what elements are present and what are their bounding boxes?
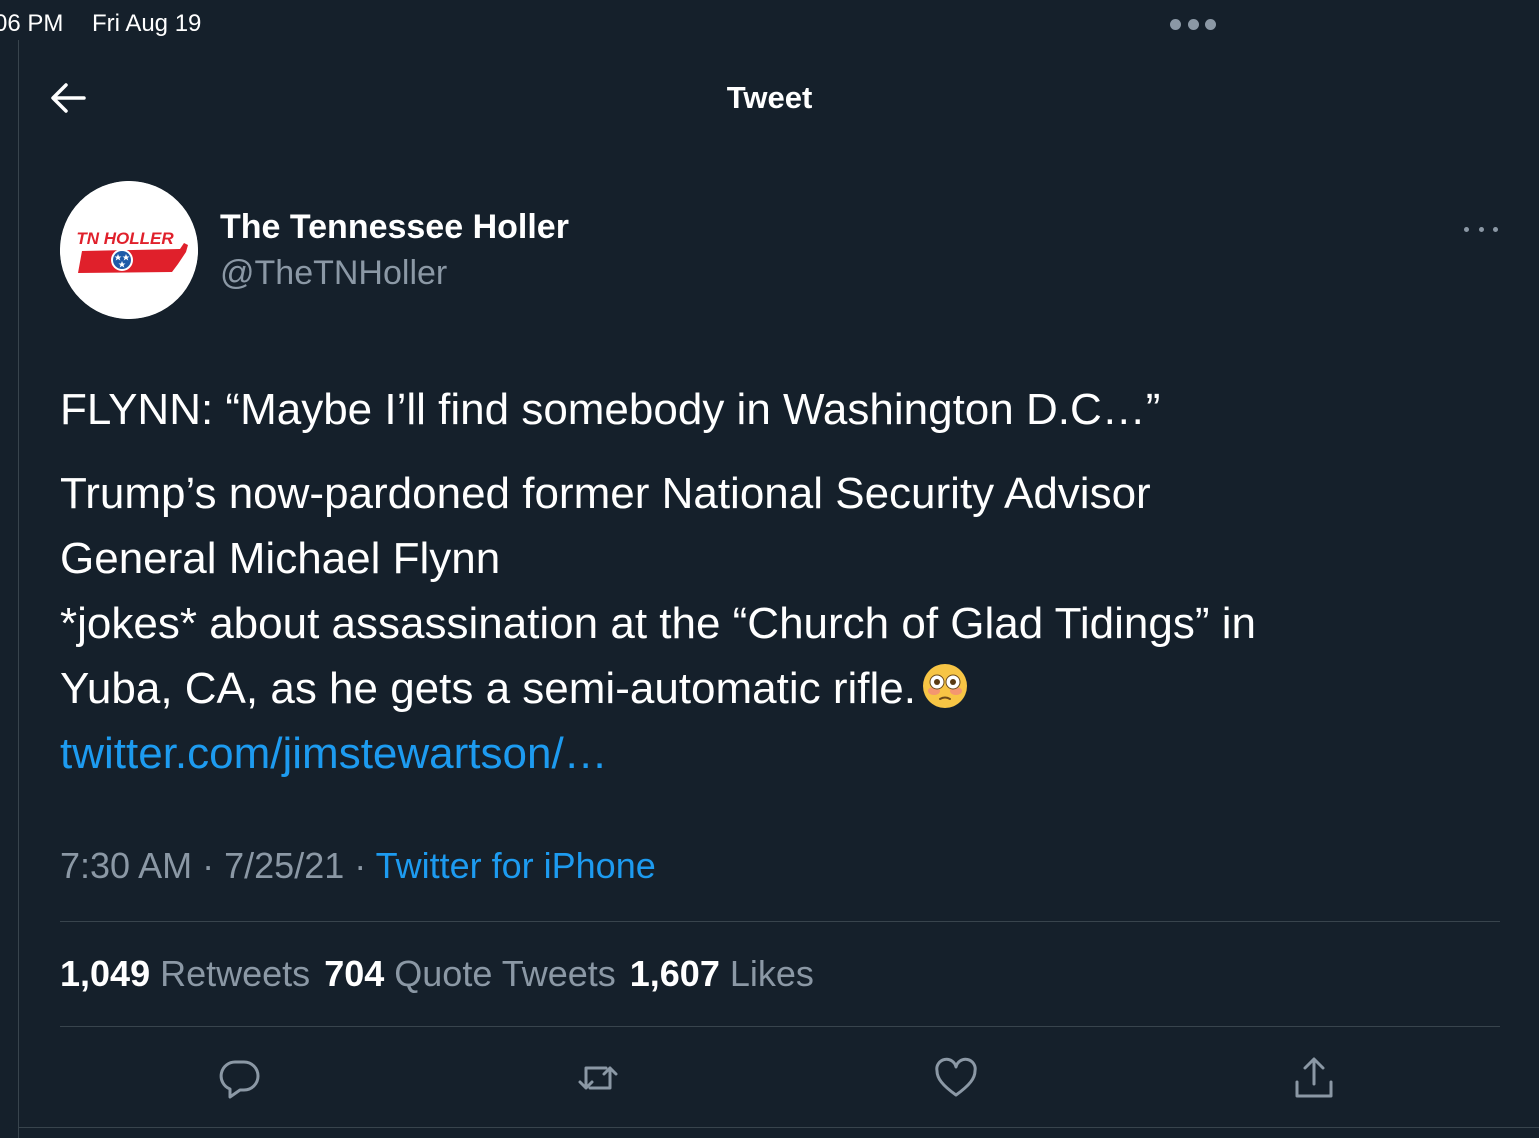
tweet-text-line: *jokes* about assassination at the “Chur… [60, 599, 1256, 648]
meta-separator: · [202, 845, 215, 886]
share-icon [1295, 1057, 1333, 1098]
page-title: Tweet [726, 80, 813, 115]
tweet-text-line: Yuba, CA, as he gets a semi-automatic ri… [60, 664, 916, 713]
tweet-meta: 7:30 AM · 7/25/21 · Twitter for iPhone [60, 845, 656, 887]
tn-holler-logo: TN HOLLER [60, 181, 198, 319]
tweet-text-line-with-emoji: Yuba, CA, as he gets a semi-automatic ri… [60, 656, 1500, 721]
tweet-date: 7/25/21 [224, 845, 345, 886]
tweet-stats: 1,049 Retweets 704 Quote Tweets 1,607 Like… [60, 953, 828, 995]
tweet-link-line: twitter.com/jimstewartson/… [60, 721, 1500, 786]
meta-separator: · [354, 845, 367, 886]
retweet-icon [578, 1066, 618, 1090]
divider [60, 1026, 1500, 1027]
tweet-source-link[interactable]: Twitter for iPhone [376, 845, 656, 886]
like-button[interactable] [932, 1054, 980, 1102]
flushed-face-emoji [922, 662, 968, 708]
tweet-text-line: Trump’s now-pardoned former National Sec… [60, 469, 1151, 518]
tweet-text-line: FLYNN: “Maybe I’ll find somebody in Wash… [60, 385, 1161, 434]
likes-stat[interactable]: 1,607 Likes [630, 953, 814, 994]
reply-icon [219, 1060, 260, 1099]
tweet-detail-screen: 06 PM Fri Aug 19 Tweet TN HOLLER The Ten… [0, 0, 1539, 1138]
status-time: 06 PM [0, 10, 64, 37]
avatar[interactable]: TN HOLLER [60, 181, 198, 319]
multitasking-dots-icon[interactable] [1170, 19, 1216, 31]
bottom-edge [18, 1127, 1539, 1138]
retweets-count: 1,049 [60, 953, 151, 994]
quote-tweets-label: Quote Tweets [394, 953, 616, 994]
retweets-label: Retweets [160, 953, 311, 994]
tweet-link[interactable]: twitter.com/jimstewartson/… [60, 729, 608, 778]
split-view-edge [18, 40, 19, 1138]
divider [60, 921, 1500, 922]
likes-count: 1,607 [629, 953, 720, 994]
tweet-text-line: General Michael Flynn [60, 534, 501, 583]
share-button[interactable] [1290, 1054, 1338, 1102]
more-options-icon[interactable] [1464, 222, 1498, 236]
author-display-name[interactable]: The Tennessee Holler [220, 208, 569, 247]
retweet-button[interactable] [574, 1054, 622, 1102]
quote-tweets-count: 704 [324, 953, 385, 994]
author-handle[interactable]: @TheTNHoller [220, 254, 447, 293]
tweet-time: 7:30 AM [60, 845, 193, 886]
reply-button[interactable] [216, 1054, 264, 1102]
avatar-text: TN HOLLER [76, 229, 174, 248]
status-date: Fri Aug 19 [92, 10, 202, 37]
quote-tweets-stat[interactable]: 704 Quote Tweets [324, 953, 616, 994]
likes-label: Likes [729, 953, 814, 994]
like-icon [935, 1057, 977, 1097]
retweets-stat[interactable]: 1,049 Retweets [60, 953, 310, 994]
